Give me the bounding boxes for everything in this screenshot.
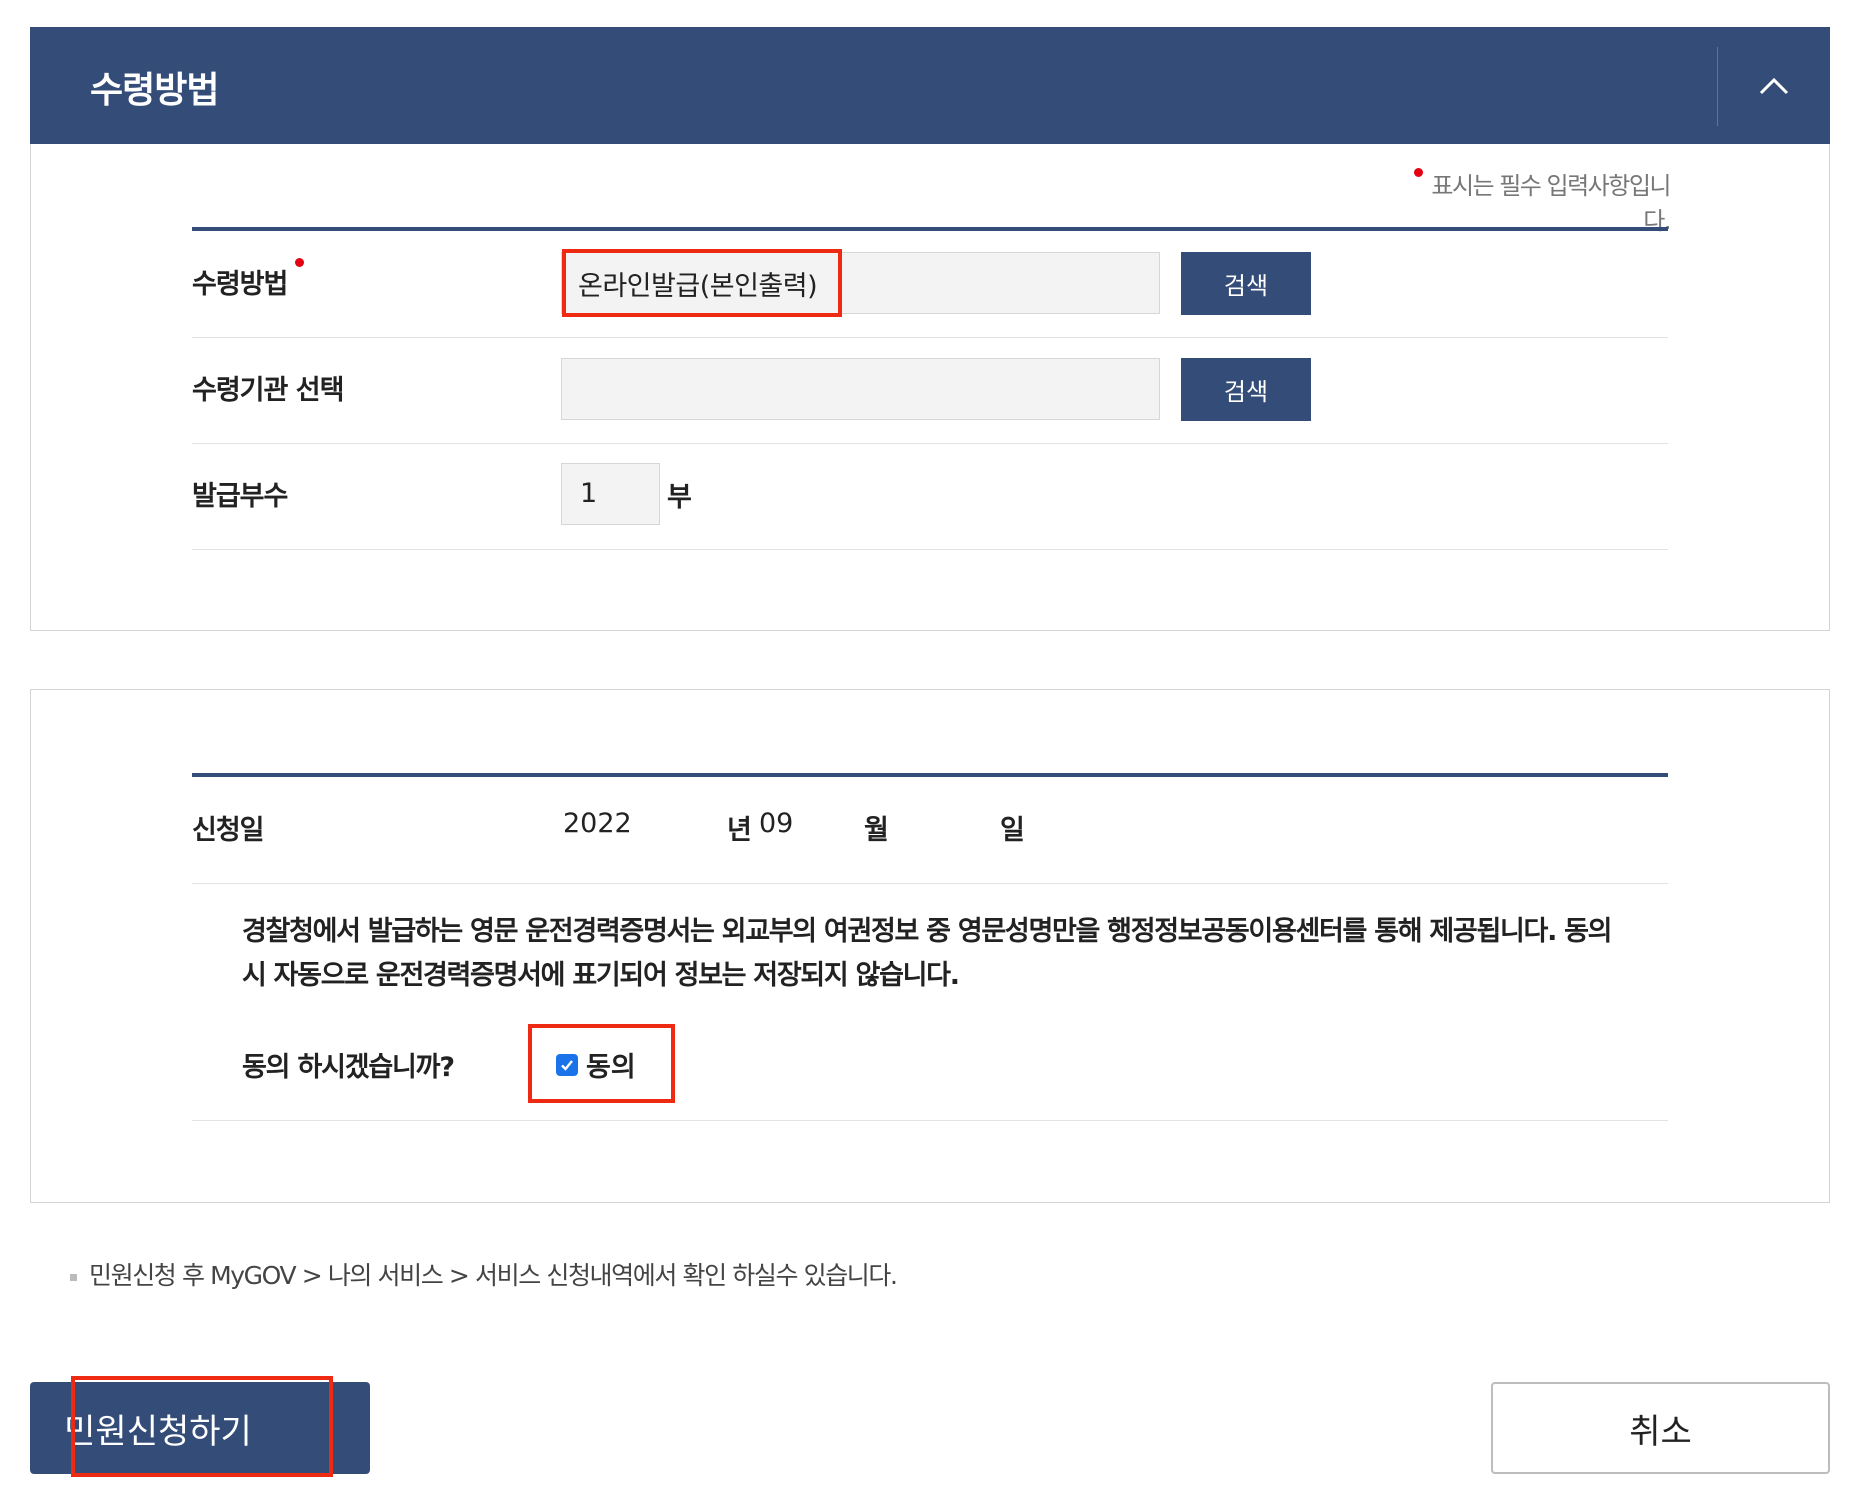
footer-note: 민원신청 후 MyGOV > 나의 서비스 > 서비스 신청내역에서 확인 하실…	[70, 1256, 898, 1292]
agree-highlight-box	[528, 1024, 675, 1103]
copies-input[interactable]: 1	[561, 463, 660, 525]
date-month-unit: 월	[864, 815, 889, 846]
date-day-unit: 일	[1000, 815, 1025, 846]
footer-note-text: 민원신청 후 MyGOV > 나의 서비스 > 서비스 신청내역에서 확인 하실…	[89, 1261, 898, 1290]
cancel-button[interactable]: 취소	[1491, 1382, 1830, 1474]
row-divider	[192, 443, 1668, 444]
copies-label: 발급부수	[192, 481, 288, 512]
row-divider	[192, 883, 1668, 884]
bullet-icon	[70, 1273, 77, 1281]
consent-notice: 경찰청에서 발급하는 영문 운전경력증명서는 외교부의 여권정보 중 영문성명만…	[242, 916, 1613, 991]
agency-label: 수령기관 선택	[192, 375, 344, 406]
copies-unit: 부	[667, 482, 692, 513]
row-divider	[192, 337, 1668, 338]
required-note-text: 표시는 필수 입력사항입니다.	[1431, 172, 1671, 235]
method-label: 수령방법	[192, 258, 312, 301]
form-top-line	[192, 227, 1668, 231]
row-divider	[192, 549, 1668, 550]
method-highlight-box	[562, 249, 842, 317]
date-month: 09	[759, 808, 794, 839]
chevron-up-icon	[1759, 77, 1789, 94]
application-top-line	[192, 773, 1668, 777]
required-note: 표시는 필수 입력사항입니다.	[1390, 166, 1671, 236]
required-marker-icon	[1414, 168, 1424, 177]
submit-highlight-box	[71, 1376, 333, 1477]
date-year-unit: 년	[727, 815, 752, 846]
receipt-section-header: 수령방법	[30, 27, 1830, 144]
date-year: 2022	[563, 808, 632, 839]
agency-field[interactable]	[561, 358, 1160, 420]
receipt-section-title: 수령방법	[90, 70, 219, 111]
row-divider	[192, 1120, 1668, 1121]
method-label-text: 수령방법	[192, 269, 288, 300]
required-marker-icon	[295, 258, 305, 267]
date-label: 신청일	[192, 815, 265, 846]
collapse-toggle[interactable]	[1718, 27, 1830, 144]
agree-question: 동의 하시겠습니까?	[242, 1052, 455, 1083]
agency-search-button[interactable]: 검색	[1181, 358, 1311, 421]
method-search-button[interactable]: 검색	[1181, 252, 1311, 315]
